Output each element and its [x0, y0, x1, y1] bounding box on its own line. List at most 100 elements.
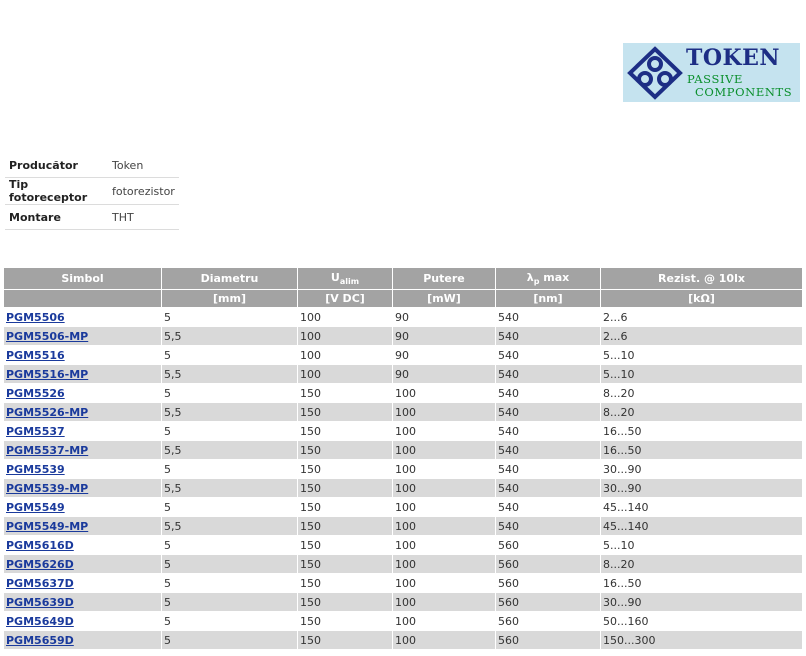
cell-symbol: PGM5549-MP — [4, 516, 162, 535]
table-cell: 5,5 — [162, 478, 298, 497]
table-cell: 100 — [393, 421, 496, 440]
product-link[interactable]: PGM5537-MP — [6, 444, 88, 457]
table-cell: 90 — [393, 345, 496, 364]
table-cell: 5,5 — [162, 516, 298, 535]
table-cell: 5 — [162, 554, 298, 573]
table-cell: 150 — [298, 592, 393, 611]
table-cell: 100 — [393, 516, 496, 535]
product-link[interactable]: PGM5506-MP — [6, 330, 88, 343]
table-cell: 90 — [393, 364, 496, 383]
table-cell: 150 — [298, 497, 393, 516]
table-cell: 150 — [298, 459, 393, 478]
column-header: Diametru — [162, 268, 298, 290]
product-link[interactable]: PGM5639D — [6, 596, 74, 609]
cell-symbol: PGM5637D — [4, 573, 162, 592]
table-cell: 5 — [162, 383, 298, 402]
table-row: PGM5506 5 100 90 540 2...6 — [4, 307, 802, 326]
cell-symbol: PGM5649D — [4, 611, 162, 630]
product-link[interactable]: PGM5549 — [6, 501, 65, 514]
table-cell: 45...140 — [601, 497, 802, 516]
column-unit: [kΩ] — [601, 290, 802, 307]
table-cell: 5 — [162, 535, 298, 554]
table-cell: 560 — [496, 592, 601, 611]
table-cell: 5...10 — [601, 364, 802, 383]
table-cell: 150 — [298, 611, 393, 630]
table-cell: 90 — [393, 307, 496, 326]
table-cell: 560 — [496, 611, 601, 630]
table-cell: 150 — [298, 554, 393, 573]
column-header: Ualim — [298, 268, 393, 290]
table-cell: 5 — [162, 307, 298, 326]
product-link[interactable]: PGM5526-MP — [6, 406, 88, 419]
table-cell: 2...6 — [601, 307, 802, 326]
table-cell: 100 — [393, 497, 496, 516]
table-cell: 560 — [496, 554, 601, 573]
product-link[interactable]: PGM5526 — [6, 387, 65, 400]
table-cell: 540 — [496, 440, 601, 459]
table-cell: 100 — [298, 326, 393, 345]
table-cell: 2...6 — [601, 326, 802, 345]
table-cell: 45...140 — [601, 516, 802, 535]
table-cell: 100 — [298, 364, 393, 383]
product-link[interactable]: PGM5516-MP — [6, 368, 88, 381]
table-row: PGM5516-MP 5,5 100 90 540 5...10 — [4, 364, 802, 383]
table-cell: 8...20 — [601, 383, 802, 402]
column-header-name: λ — [526, 270, 534, 284]
product-link[interactable]: PGM5506 — [6, 311, 65, 324]
table-cell: 560 — [496, 535, 601, 554]
table-row: PGM5649D 5 150 100 560 50...160 — [4, 611, 802, 630]
property-row: Tip fotoreceptor fotorezistor — [5, 177, 179, 205]
table-cell: 150 — [298, 630, 393, 649]
product-link[interactable]: PGM5516 — [6, 349, 65, 362]
column-header: Putere — [393, 268, 496, 290]
cell-symbol: PGM5539-MP — [4, 478, 162, 497]
product-properties: Producător Token Tip fotoreceptor fotorezis… — [5, 153, 179, 230]
column-unit: [mW] — [393, 290, 496, 307]
products-table: Simbol Diametru Ualim Putere λp max Rezist. @… — [4, 268, 802, 649]
table-cell: 150 — [298, 421, 393, 440]
table-cell: 5,5 — [162, 402, 298, 421]
table-cell: 5 — [162, 573, 298, 592]
table-cell: 150...300 — [601, 630, 802, 649]
cell-symbol: PGM5639D — [4, 592, 162, 611]
table-cell: 540 — [496, 459, 601, 478]
table-cell: 5 — [162, 497, 298, 516]
table-row: PGM5539-MP 5,5 150 100 540 30...90 — [4, 478, 802, 497]
table-cell: 5 — [162, 345, 298, 364]
table-cell: 560 — [496, 630, 601, 649]
table-cell: 100 — [393, 573, 496, 592]
table-row: PGM5506-MP 5,5 100 90 540 2...6 — [4, 326, 802, 345]
table-cell: 16...50 — [601, 440, 802, 459]
property-value: fotorezistor — [108, 177, 179, 205]
table-cell: 50...160 — [601, 611, 802, 630]
cell-symbol: PGM5526 — [4, 383, 162, 402]
table-cell: 560 — [496, 573, 601, 592]
product-link[interactable]: PGM5537 — [6, 425, 65, 438]
table-row: PGM5537-MP 5,5 150 100 540 16...50 — [4, 440, 802, 459]
product-link[interactable]: PGM5616D — [6, 539, 74, 552]
table-cell: 5 — [162, 592, 298, 611]
product-link[interactable]: PGM5649D — [6, 615, 74, 628]
table-cell: 540 — [496, 421, 601, 440]
column-header-name: Putere — [423, 272, 465, 285]
table-cell: 540 — [496, 326, 601, 345]
table-cell: 30...90 — [601, 478, 802, 497]
table-cell: 100 — [393, 554, 496, 573]
table-cell: 100 — [393, 478, 496, 497]
table-row: PGM5626D 5 150 100 560 8...20 — [4, 554, 802, 573]
property-key: Montare — [5, 204, 108, 230]
table-cell: 8...20 — [601, 554, 802, 573]
product-link[interactable]: PGM5637D — [6, 577, 74, 590]
product-link[interactable]: PGM5626D — [6, 558, 74, 571]
product-link[interactable]: PGM5659D — [6, 634, 74, 647]
product-link[interactable]: PGM5539 — [6, 463, 65, 476]
product-link[interactable]: PGM5549-MP — [6, 520, 88, 533]
table-row: PGM5616D 5 150 100 560 5...10 — [4, 535, 802, 554]
table-cell: 540 — [496, 402, 601, 421]
product-link[interactable]: PGM5539-MP — [6, 482, 88, 495]
cell-symbol: PGM5526-MP — [4, 402, 162, 421]
table-cell: 150 — [298, 383, 393, 402]
cell-symbol: PGM5626D — [4, 554, 162, 573]
table-cell: 100 — [393, 440, 496, 459]
table-cell: 90 — [393, 326, 496, 345]
